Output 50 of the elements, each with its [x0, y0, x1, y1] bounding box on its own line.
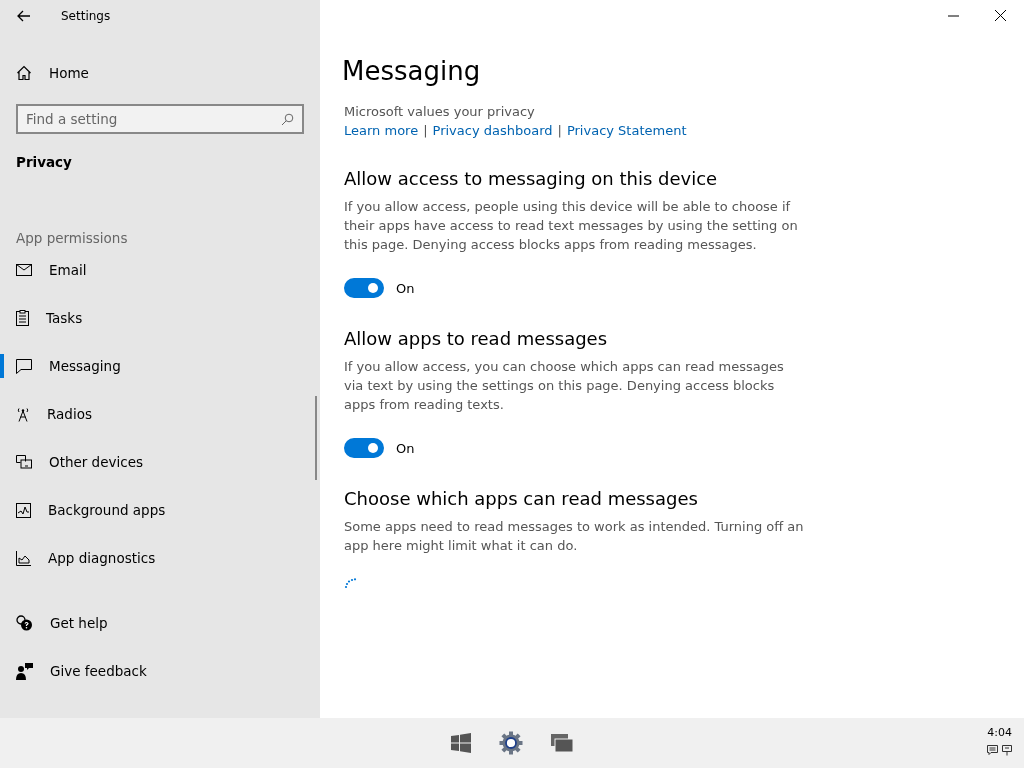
- home-link[interactable]: Home: [49, 65, 89, 81]
- clock: 4:04: [987, 726, 1012, 739]
- sidebar-item[interactable]: Radios: [0, 390, 320, 438]
- back-icon[interactable]: [17, 10, 31, 22]
- sidebar-item[interactable]: App diagnostics: [0, 534, 320, 582]
- search-icon: [281, 113, 294, 126]
- devices-icon: [16, 455, 32, 469]
- sidebar-link[interactable]: Get help: [0, 599, 320, 647]
- windows-logo-icon[interactable]: [451, 733, 471, 753]
- section-description: If you allow access, you can choose which apps can read messages via text by using the settings on this page. Denying access blocks apps from reading texts.: [344, 358, 785, 414]
- clipboard-icon: [16, 310, 29, 326]
- task-view-icon[interactable]: [551, 734, 573, 752]
- minimize-icon[interactable]: [948, 14, 959, 17]
- toggle-switch[interactable]: [344, 278, 384, 298]
- section-description: Some apps need to read messages to work as intended. Turning off an app here might limit what it can do.: [344, 518, 804, 555]
- home-icon: [16, 65, 32, 81]
- section-heading: Allow access to messaging on this device: [344, 168, 719, 189]
- link-separator: |: [557, 123, 562, 138]
- notification-icon[interactable]: [987, 745, 998, 756]
- search-field[interactable]: Find a setting: [16, 104, 304, 134]
- sidebar-item[interactable]: Tasks: [0, 294, 320, 342]
- chart-window-icon: [16, 502, 31, 518]
- envelope-icon: [16, 264, 32, 276]
- area-chart-icon: [16, 550, 31, 566]
- close-icon[interactable]: [995, 10, 1006, 21]
- privacy-link[interactable]: Privacy dashboard: [432, 123, 553, 138]
- sidebar-item[interactable]: Background apps: [0, 486, 320, 534]
- antenna-icon: [16, 406, 30, 422]
- toggle-label: On: [396, 280, 415, 296]
- toggle-label: On: [396, 440, 415, 456]
- window-title: Settings: [61, 9, 111, 23]
- group-heading: App permissions: [16, 230, 129, 246]
- toggle-switch[interactable]: [344, 438, 384, 458]
- gear-icon[interactable]: [499, 731, 523, 755]
- plug-icon[interactable]: [1002, 745, 1012, 756]
- sidebar-link[interactable]: Give feedback: [0, 647, 320, 695]
- section-heading: Privacy: [16, 154, 73, 170]
- help-bubble-icon: [16, 614, 33, 632]
- sidebar-item[interactable]: Other devices: [0, 438, 320, 486]
- section-heading: Choose which apps can read messages: [344, 488, 699, 509]
- link-separator: |: [423, 123, 428, 138]
- page-title: Messaging: [342, 56, 482, 86]
- privacy-link[interactable]: Learn more: [344, 123, 419, 138]
- privacy-link[interactable]: Privacy Statement: [566, 123, 687, 138]
- section-description: If you allow access, people using this device will be able to choose if their apps have access to read text messages by using the setting on this page. Denying access blocks apps from reading messages.: [344, 198, 799, 254]
- person-feedback-icon: [16, 662, 33, 680]
- speech-bubble-icon: [16, 358, 32, 374]
- sidebar-item[interactable]: Email: [0, 246, 320, 294]
- privacy-note: Microsoft values your privacy: [344, 104, 536, 119]
- section-heading: Allow apps to read messages: [344, 328, 609, 349]
